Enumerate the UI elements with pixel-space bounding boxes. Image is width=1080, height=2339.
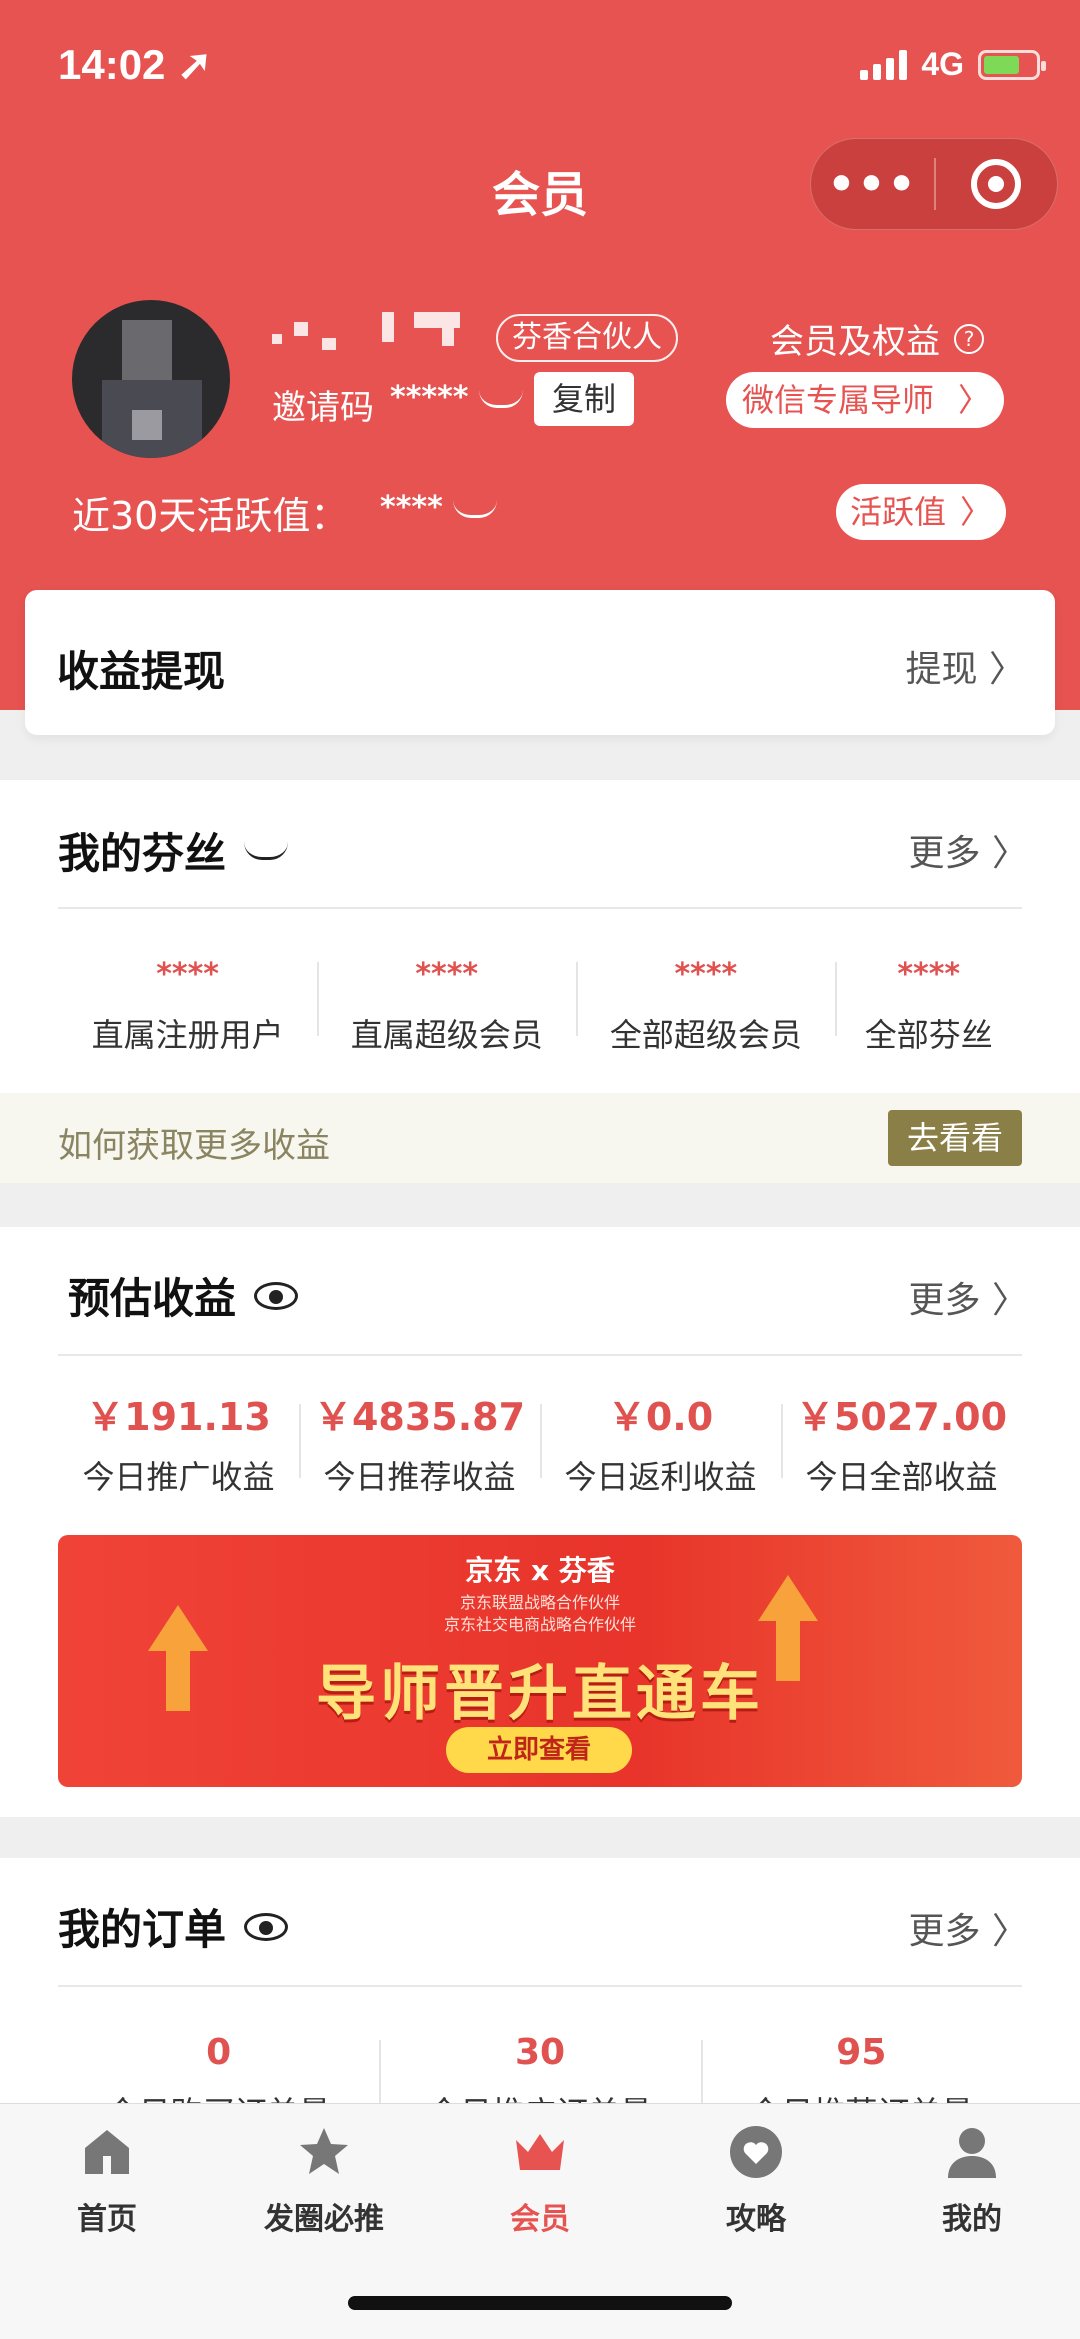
- eye-closed-icon[interactable]: [478, 390, 523, 408]
- activity-value: ****: [380, 490, 498, 525]
- status-bar: 14:02 ➚ 4G: [0, 0, 1080, 130]
- earnings-divider: [58, 1354, 1022, 1356]
- eye-closed-icon[interactable]: [453, 500, 498, 518]
- go-see-button[interactable]: 去看看: [888, 1110, 1022, 1166]
- mentor-button[interactable]: 微信专属导师 〉: [726, 372, 1004, 428]
- stat-promotion-earnings[interactable]: ￥191.13 今日推广收益: [58, 1392, 299, 1498]
- tab-guide[interactable]: 攻略: [676, 2124, 836, 2238]
- orders-title: 我的订单: [58, 1896, 289, 1957]
- stat-all-super-members[interactable]: **** 全部超级会员: [576, 950, 835, 1056]
- question-icon: ?: [954, 323, 984, 354]
- copy-button[interactable]: 复制: [534, 372, 634, 426]
- status-time: 14:02 ➚: [58, 41, 213, 88]
- stat-direct-super-members[interactable]: **** 直属超级会员: [317, 950, 576, 1056]
- eye-open-icon[interactable]: [254, 1281, 299, 1310]
- banner-headline: 导师晋升直通车: [316, 1659, 764, 1729]
- fans-more-link[interactable]: 更多 〉: [909, 824, 1028, 876]
- star-icon: [296, 2124, 352, 2180]
- chevron-right-icon: 〉: [991, 1911, 1028, 1952]
- home-icon: [79, 2124, 135, 2180]
- signal-icon: [860, 49, 908, 80]
- user-icon: [944, 2124, 1000, 2180]
- invite-code-value: *****: [390, 380, 523, 415]
- activity-button[interactable]: 活跃值 〉: [836, 484, 1006, 540]
- invite-code-label: 邀请码: [272, 388, 374, 428]
- banner-line2: 京东社交电商战略合作伙伴: [443, 1615, 636, 1634]
- chevron-right-icon: 〉: [957, 381, 990, 419]
- tab-mine[interactable]: 我的: [892, 2124, 1052, 2238]
- chevron-right-icon: 〉: [991, 833, 1028, 874]
- earnings-stats: ￥191.13 今日推广收益 ￥4835.87 今日推荐收益 ￥0.0 今日返利…: [58, 1392, 1022, 1498]
- home-indicator[interactable]: [348, 2296, 732, 2310]
- tab-must-share[interactable]: 发圈必推: [244, 2124, 404, 2238]
- status-indicators: 4G: [860, 46, 1046, 83]
- activity-label: 近30天活跃值：: [72, 494, 349, 538]
- withdraw-title: 收益提现: [57, 647, 226, 696]
- fans-stats: **** 直属注册用户 **** 直属超级会员 **** 全部超级会员 ****…: [58, 950, 1022, 1056]
- mentor-promotion-banner[interactable]: 京东 x 芬香 京东联盟战略合作伙伴 京东社交电商战略合作伙伴 导师晋升直通车 …: [58, 1535, 1022, 1787]
- mentor-button-label: 微信专属导师: [742, 381, 935, 419]
- activity-button-label: 活跃值: [850, 493, 947, 531]
- location-icon: ➚: [177, 41, 213, 88]
- fans-title: 我的芬丝: [58, 820, 289, 881]
- withdraw-link[interactable]: 提现 〉: [906, 640, 1025, 692]
- heart-icon: [728, 2124, 784, 2180]
- close-miniprogram-button[interactable]: [936, 159, 1057, 209]
- stat-direct-registered[interactable]: **** 直属注册用户: [58, 950, 317, 1056]
- banner-cta-button[interactable]: 立即查看: [446, 1727, 632, 1773]
- more-dots-button[interactable]: •••: [811, 159, 934, 210]
- stat-rebate-earnings[interactable]: ￥0.0 今日返利收益: [540, 1392, 781, 1498]
- partner-badge: 芬香合伙人: [496, 314, 678, 362]
- orders-more-link[interactable]: 更多 〉: [909, 1902, 1028, 1954]
- tab-home[interactable]: 首页: [27, 2124, 187, 2238]
- eye-open-icon[interactable]: [244, 1912, 289, 1941]
- member-benefits-label: 会员及权益: [770, 322, 940, 362]
- avatar[interactable]: [72, 300, 230, 458]
- earn-more-tip-text: 如何获取更多收益: [58, 1126, 330, 1166]
- stat-all-fans[interactable]: **** 全部芬丝: [835, 950, 1022, 1056]
- banner-line1: 京东联盟战略合作伙伴: [459, 1593, 620, 1612]
- stat-total-earnings[interactable]: ￥5027.00 今日全部收益: [781, 1392, 1022, 1498]
- earnings-title: 预估收益: [68, 1265, 299, 1326]
- earnings-more-link[interactable]: 更多 〉: [909, 1271, 1028, 1323]
- stat-referral-earnings[interactable]: ￥4835.87 今日推荐收益: [299, 1392, 540, 1498]
- eye-closed-icon[interactable]: [244, 842, 289, 860]
- chevron-right-icon: 〉: [991, 1280, 1028, 1321]
- target-icon: [971, 159, 1022, 209]
- username-redacted: [272, 312, 472, 352]
- tab-member[interactable]: 会员: [460, 2124, 620, 2238]
- network-label: 4G: [921, 46, 964, 82]
- chevron-right-icon: 〉: [959, 493, 992, 531]
- chevron-right-icon: 〉: [988, 649, 1025, 690]
- fans-divider: [58, 907, 1022, 909]
- banner-brand: 京东 x 芬香: [465, 1554, 615, 1587]
- orders-divider: [58, 1985, 1022, 1987]
- earn-more-tip: 如何获取更多收益 去看看: [0, 1093, 1080, 1183]
- crown-icon: [512, 2124, 568, 2180]
- withdraw-card[interactable]: 收益提现 提现 〉: [25, 590, 1055, 735]
- miniprogram-capsule: •••: [810, 138, 1058, 230]
- member-benefits-link[interactable]: 会员及权益 ?: [770, 314, 984, 363]
- battery-icon: [978, 49, 1046, 80]
